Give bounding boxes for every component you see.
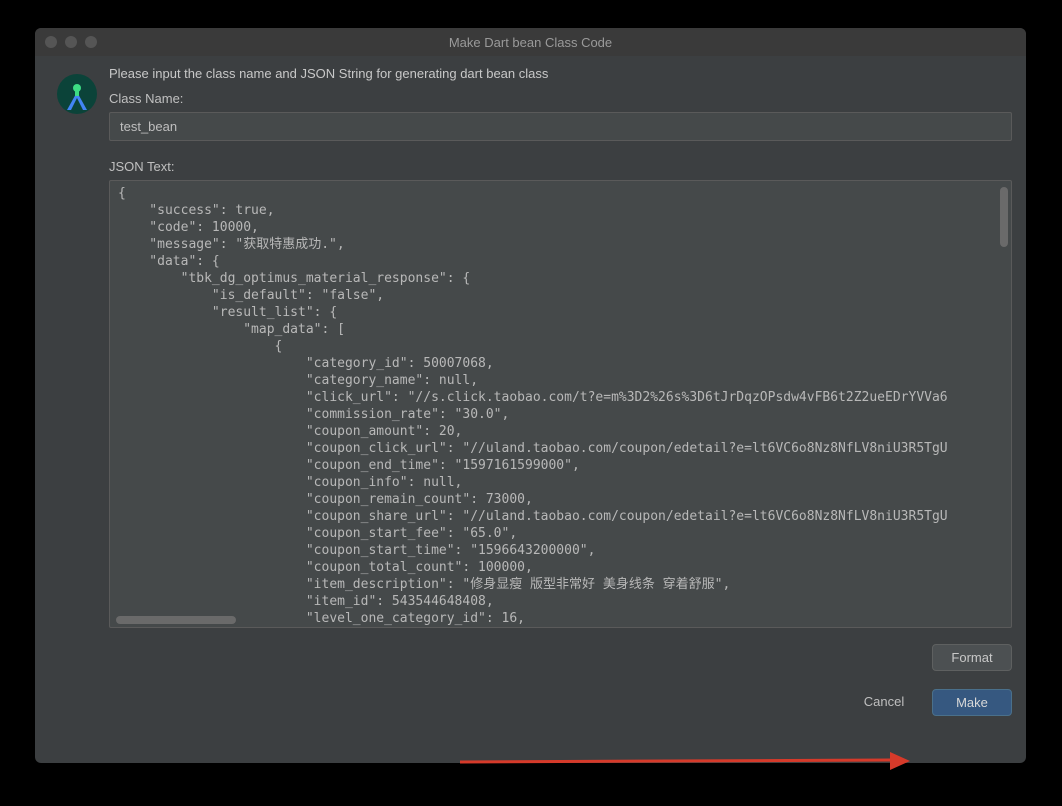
horizontal-scrollbar[interactable]: [116, 616, 236, 624]
json-text-label: JSON Text:: [109, 159, 1012, 174]
zoom-window-button[interactable]: [85, 36, 97, 48]
minimize-window-button[interactable]: [65, 36, 77, 48]
json-text-container: [109, 180, 1012, 628]
close-window-button[interactable]: [45, 36, 57, 48]
instruction-text: Please input the class name and JSON Str…: [109, 66, 1012, 81]
make-button[interactable]: Make: [932, 689, 1012, 716]
class-name-input[interactable]: [109, 112, 1012, 141]
format-button[interactable]: Format: [932, 644, 1012, 671]
dialog-content: Please input the class name and JSON Str…: [35, 56, 1026, 763]
icon-column: [49, 66, 109, 749]
android-studio-icon: [55, 72, 99, 116]
form-column: Please input the class name and JSON Str…: [109, 66, 1012, 749]
dialog-window: Make Dart bean Class Code Please input t…: [35, 28, 1026, 763]
json-text-input[interactable]: [110, 181, 1011, 627]
action-row: Cancel Make: [109, 689, 1012, 716]
titlebar: Make Dart bean Class Code: [35, 28, 1026, 56]
class-name-label: Class Name:: [109, 91, 1012, 106]
window-controls: [45, 36, 97, 48]
vertical-scrollbar[interactable]: [1000, 187, 1008, 247]
window-title: Make Dart bean Class Code: [35, 35, 1026, 50]
cancel-button[interactable]: Cancel: [844, 689, 924, 716]
format-row: Format: [109, 644, 1012, 671]
